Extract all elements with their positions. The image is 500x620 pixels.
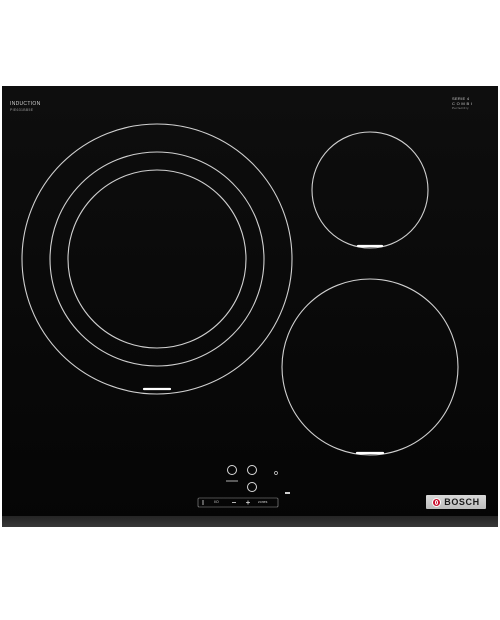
brand-badge: BOSCH	[426, 495, 486, 509]
power-label: I/O	[214, 500, 219, 504]
large-zone-inner-ring[interactable]	[67, 169, 247, 349]
large-zone-outer-ring[interactable]	[21, 123, 293, 395]
large-zone-middle-ring[interactable]	[49, 151, 265, 367]
zone-select-label: zones	[258, 500, 268, 504]
small-zone-ring[interactable]	[311, 131, 429, 249]
bosch-logo-icon	[432, 497, 442, 507]
medium-zone-ring[interactable]	[281, 278, 459, 456]
zone-selector-top-left[interactable]	[227, 465, 237, 475]
brand-name: BOSCH	[444, 497, 480, 507]
zone-selector-top-right[interactable]	[247, 465, 257, 475]
plus-icon[interactable]	[246, 500, 250, 505]
slider-indicator	[285, 492, 290, 494]
lock-icon[interactable]	[274, 471, 278, 475]
cooking-zones	[21, 123, 459, 508]
zone-selector-bottom[interactable]	[247, 482, 257, 492]
